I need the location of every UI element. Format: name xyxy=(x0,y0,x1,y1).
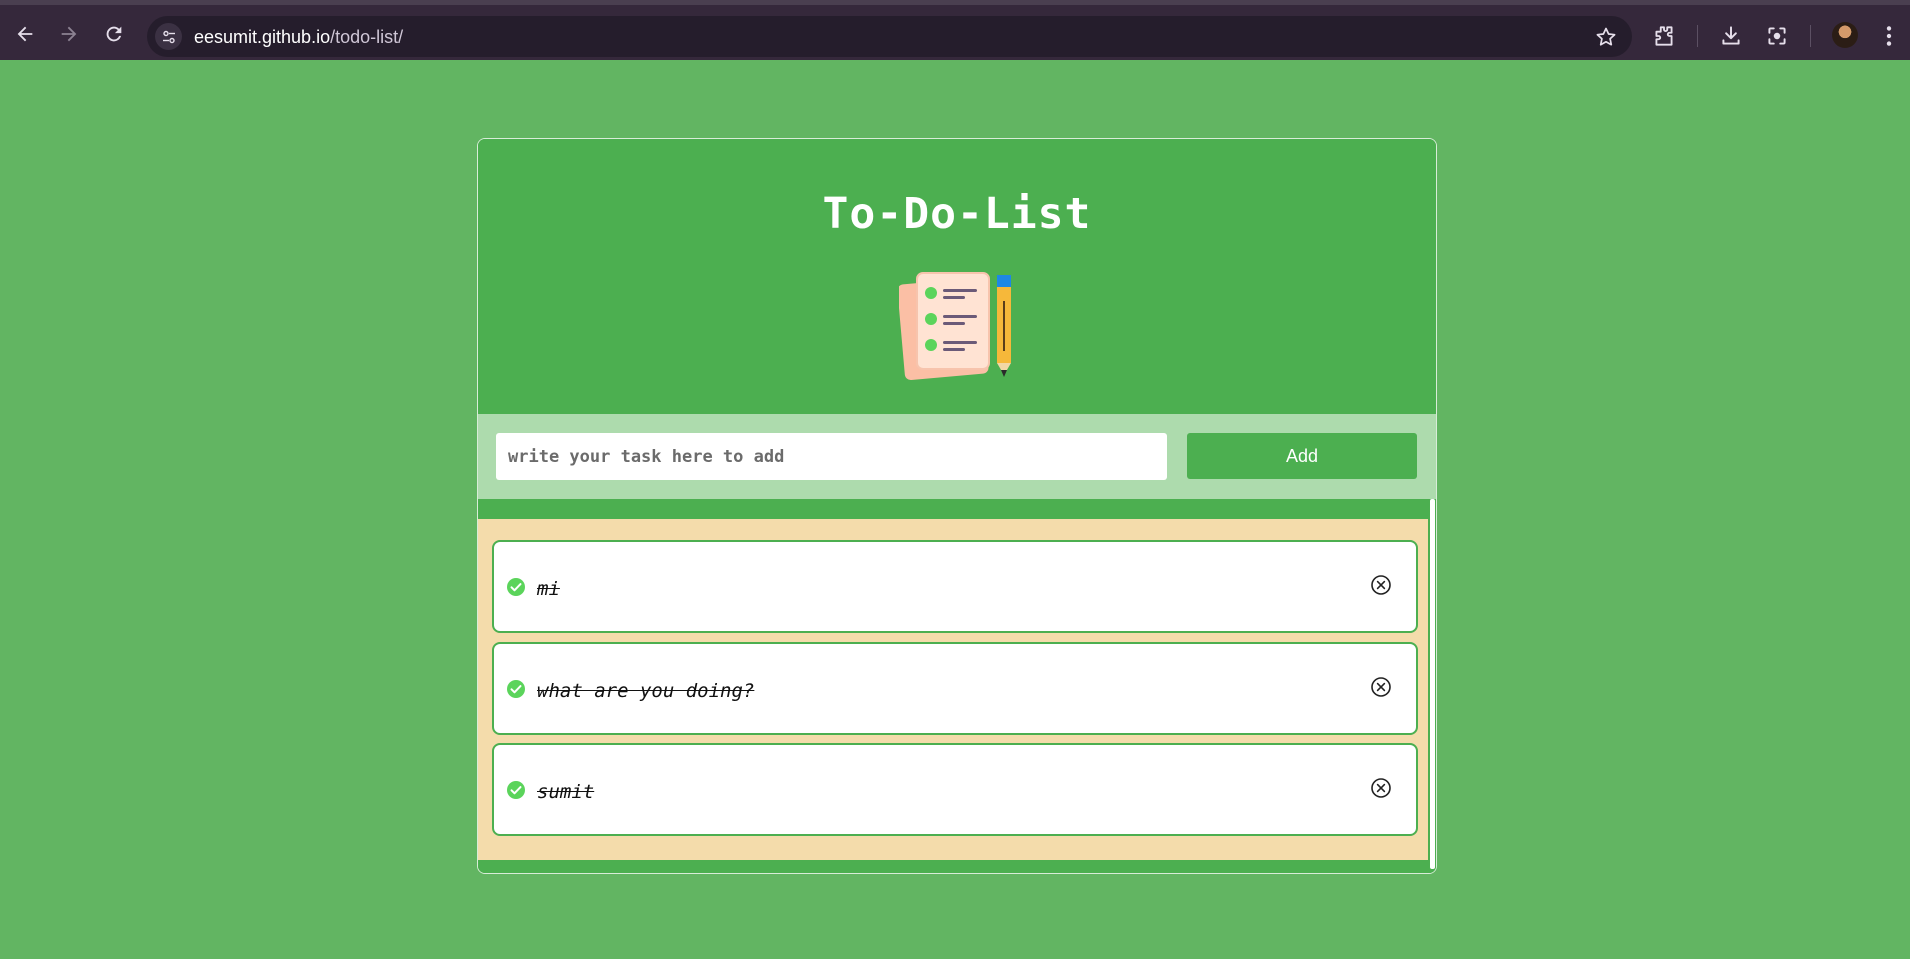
address-bar[interactable]: eesumit.github.io/todo-list/ xyxy=(147,16,1632,57)
task-list-area: mi what are you doing? sumit xyxy=(478,499,1436,873)
scrollbar-thumb[interactable] xyxy=(1430,499,1435,869)
task-input[interactable] xyxy=(496,433,1167,480)
add-task-form: Add xyxy=(478,414,1436,499)
check-circle-icon[interactable] xyxy=(506,577,526,597)
check-circle-icon[interactable] xyxy=(506,780,526,800)
back-button[interactable] xyxy=(11,20,39,48)
arrow-right-icon xyxy=(61,26,77,42)
task-list: mi what are you doing? sumit xyxy=(478,519,1428,860)
reload-icon xyxy=(106,26,122,42)
close-circle-icon[interactable] xyxy=(1370,574,1392,596)
list-item[interactable]: mi xyxy=(492,540,1418,633)
add-button[interactable]: Add xyxy=(1187,433,1417,479)
close-circle-icon[interactable] xyxy=(1370,777,1392,799)
task-text: sumit xyxy=(537,781,595,803)
task-text: what are you doing? xyxy=(537,680,755,702)
list-item[interactable]: what are you doing? xyxy=(492,642,1418,735)
checklist-illustration xyxy=(899,272,1011,380)
reload-button[interactable] xyxy=(100,20,128,48)
forward-button[interactable] xyxy=(55,20,83,48)
kebab-menu-icon[interactable] xyxy=(1876,23,1902,49)
arrow-left-icon xyxy=(17,26,33,42)
puzzle-icon[interactable] xyxy=(1651,23,1677,49)
task-text: mi xyxy=(537,578,560,600)
url-text[interactable]: eesumit.github.io/todo-list/ xyxy=(194,27,403,48)
browser-toolbar: eesumit.github.io/todo-list/ xyxy=(0,0,1910,60)
download-icon[interactable] xyxy=(1718,23,1744,49)
site-info-button[interactable] xyxy=(155,23,182,50)
tune-icon xyxy=(162,30,175,43)
url-path: /todo-list/ xyxy=(330,27,404,47)
scrollbar[interactable] xyxy=(1429,499,1436,873)
close-circle-icon[interactable] xyxy=(1370,676,1392,698)
camera-search-icon[interactable] xyxy=(1764,23,1790,49)
check-circle-icon[interactable] xyxy=(506,679,526,699)
avatar[interactable] xyxy=(1832,22,1858,48)
toolbar-divider xyxy=(1810,25,1811,47)
star-icon[interactable] xyxy=(1594,25,1618,49)
toolbar-divider xyxy=(1697,25,1698,47)
url-domain: eesumit.github.io xyxy=(194,27,331,47)
page-title: To-Do-List xyxy=(822,189,1092,239)
card-header: To-Do-List xyxy=(478,139,1436,414)
list-item[interactable]: sumit xyxy=(492,743,1418,836)
todo-card: To-Do-List Add xyxy=(477,138,1437,874)
